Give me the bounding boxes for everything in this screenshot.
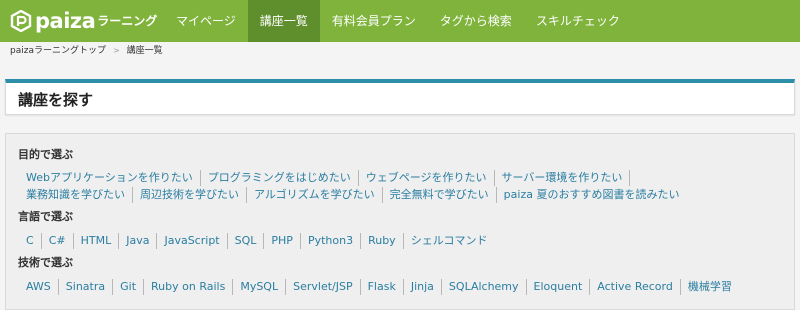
course-filter-link[interactable]: Ruby on Rails (144, 279, 234, 295)
tech-links-row: AWS Sinatra Git Ruby on Rails MySQL Servlet/J… (23, 279, 739, 295)
nav-paid-plan[interactable]: 有料会員プラン (320, 0, 428, 42)
nav-skill-check[interactable]: スキルチェック (524, 0, 632, 42)
section-label-tech: 技術で選ぶ (18, 256, 73, 269)
course-filter-link[interactable]: C (23, 233, 42, 249)
course-filter-link[interactable]: Servlet/JSP (286, 279, 361, 295)
course-filter-link[interactable]: Jinja (404, 279, 442, 295)
course-filter-link[interactable]: AWS (23, 279, 59, 295)
course-filter-link[interactable]: SQL (228, 233, 265, 249)
course-filter-link[interactable]: Ruby (361, 233, 404, 249)
paiza-logo[interactable]: paiza ラーニング (10, 8, 157, 34)
section-label-purpose: 目的で選ぶ (18, 148, 73, 161)
page-title-box: 講座を探す (5, 79, 795, 115)
page-title: 講座を探す (18, 91, 94, 109)
section-label-language: 言語で選ぶ (18, 210, 73, 223)
course-filter-link[interactable]: Java (119, 233, 158, 249)
course-filter-link[interactable]: Eloquent (527, 279, 591, 295)
nav-course-list[interactable]: 講座一覧 (247, 0, 320, 42)
main-nav: マイページ 講座一覧 有料会員プラン タグから検索 スキルチェック (164, 0, 632, 42)
course-search-panel: 目的で選ぶ Webアプリケーションを作りたい プログラミングをはじめたい ウェブペー… (5, 133, 795, 310)
course-filter-link[interactable]: シェルコマンド (404, 233, 495, 249)
breadcrumb: paizaラーニングトップ > 講座一覧 (10, 42, 163, 60)
logo-wordmark: paiza (35, 9, 96, 33)
course-filter-link[interactable]: ウェブページを作りたい (359, 170, 495, 186)
course-filter-link[interactable]: Sinatra (59, 279, 114, 295)
course-filter-link[interactable]: MySQL (233, 279, 287, 295)
course-filter-link[interactable]: 機械学習 (681, 279, 739, 295)
course-filter-link[interactable]: Webアプリケーションを作りたい (23, 170, 201, 186)
course-filter-link[interactable]: 業務知識を学びたい (23, 187, 133, 203)
language-links-row: C C# HTML Java JavaScript SQL PHP Python3 Ruby シェ… (23, 233, 494, 249)
course-filter-link[interactable]: サーバー環境を作りたい (495, 170, 631, 186)
course-filter-link[interactable]: 完全無料で学びたい (383, 187, 497, 203)
purpose-links-row-2: 業務知識を学びたい 周辺技術を学びたい アルゴリズムを学びたい 完全無料で学びたい pa… (23, 187, 686, 203)
course-filter-link[interactable]: Flask (361, 279, 404, 295)
course-filter-link[interactable]: JavaScript (157, 233, 228, 249)
nav-tag-search[interactable]: タグから検索 (428, 0, 524, 42)
course-filter-link[interactable]: SQLAlchemy (442, 279, 527, 295)
top-navigation-bar: paiza ラーニング マイページ 講座一覧 有料会員プラン タグから検索 スキ… (0, 0, 800, 42)
course-filter-link[interactable]: HTML (74, 233, 120, 249)
course-filter-link[interactable]: C# (42, 233, 74, 249)
nav-mypage[interactable]: マイページ (164, 0, 248, 42)
course-filter-link[interactable]: アルゴリズムを学びたい (247, 187, 383, 203)
breadcrumb-separator: > (112, 46, 120, 55)
breadcrumb-home-link[interactable]: paizaラーニングトップ (10, 42, 106, 60)
course-filter-link[interactable]: 周辺技術を学びたい (133, 187, 247, 203)
purpose-links-row-1: Webアプリケーションを作りたい プログラミングをはじめたい ウェブページを作りたい… (23, 170, 631, 186)
course-filter-link[interactable]: Python3 (301, 233, 362, 249)
course-filter-link[interactable]: Active Record (590, 279, 681, 295)
course-filter-link[interactable]: プログラミングをはじめたい (201, 170, 359, 186)
course-filter-link[interactable]: paiza 夏のおすすめ図書を読みたい (497, 187, 687, 203)
breadcrumb-current: 講座一覧 (126, 46, 163, 56)
paiza-logo-icon (10, 10, 32, 32)
course-filter-link[interactable]: Git (113, 279, 145, 295)
logo-subtext: ラーニング (97, 14, 158, 28)
course-filter-link[interactable]: PHP (264, 233, 301, 249)
